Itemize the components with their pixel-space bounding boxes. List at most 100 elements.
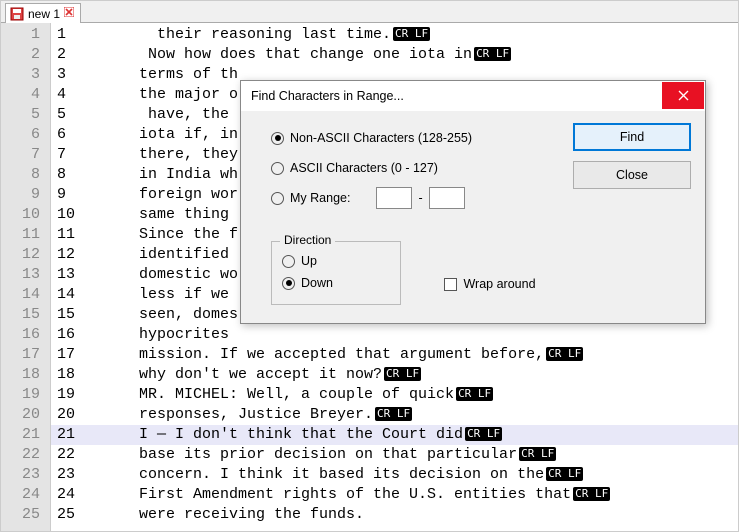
radio-icon xyxy=(282,277,295,290)
line-number: 22 xyxy=(1,445,50,465)
text-line[interactable]: 18 why don't we accept it now?CR LF xyxy=(51,365,738,385)
direction-fieldset: Direction Up Down xyxy=(271,241,401,305)
find-chars-dialog: Find Characters in Range... Find Close N… xyxy=(240,80,706,324)
line-text: First Amendment rights of the U.S. entit… xyxy=(121,486,571,503)
line-number: 5 xyxy=(1,105,50,125)
option-myrange-label: My Range: xyxy=(290,191,350,205)
line-number: 6 xyxy=(1,125,50,145)
line-text: iota if, in xyxy=(121,126,238,143)
line-number: 23 xyxy=(1,465,50,485)
dialog-close-button[interactable] xyxy=(662,82,704,109)
line-number: 14 xyxy=(1,285,50,305)
line-number-gutter: 1234567891011121314151617181920212223242… xyxy=(1,23,51,531)
line-number: 15 xyxy=(1,305,50,325)
line-text: Since the f xyxy=(121,226,238,243)
line-number: 21 xyxy=(1,425,50,445)
tab-new-1[interactable]: new 1 xyxy=(5,3,81,23)
line-number: 4 xyxy=(1,85,50,105)
line-text: concern. I think it based its decision o… xyxy=(121,466,544,483)
line-text: terms of th xyxy=(121,66,238,83)
text-line[interactable]: 16 hypocrites xyxy=(51,325,738,345)
wrap-around-checkbox[interactable]: Wrap around xyxy=(444,277,535,291)
app-root: new 1 1234567891011121314151617181920212… xyxy=(0,0,739,532)
line-number: 17 xyxy=(1,345,50,365)
line-secondary-number: 25 xyxy=(57,505,121,525)
text-line[interactable]: 22 base its prior decision on that parti… xyxy=(51,445,738,465)
direction-legend: Direction xyxy=(280,233,335,247)
radio-icon xyxy=(282,255,295,268)
text-line[interactable]: 20 responses, Justice Breyer.CR LF xyxy=(51,405,738,425)
line-number: 11 xyxy=(1,225,50,245)
range-separator: - xyxy=(418,191,422,205)
line-secondary-number: 4 xyxy=(57,85,121,105)
line-text: the major o xyxy=(121,86,238,103)
line-number: 7 xyxy=(1,145,50,165)
line-text: hypocrites xyxy=(121,326,238,343)
range-to-input[interactable] xyxy=(429,187,465,209)
line-text: I — I don't think that the Court did xyxy=(121,426,463,443)
line-secondary-number: 15 xyxy=(57,305,121,325)
line-secondary-number: 20 xyxy=(57,405,121,425)
range-from-input[interactable] xyxy=(376,187,412,209)
line-number: 20 xyxy=(1,405,50,425)
eol-marker: CR LF xyxy=(546,467,583,481)
line-text: why don't we accept it now? xyxy=(121,366,382,383)
line-number: 2 xyxy=(1,45,50,65)
direction-up[interactable]: Up xyxy=(282,250,390,272)
line-secondary-number: 6 xyxy=(57,125,121,145)
line-text: there, they xyxy=(121,146,238,163)
checkbox-icon xyxy=(444,278,457,291)
line-secondary-number: 16 xyxy=(57,325,121,345)
text-line[interactable]: 17 mission. If we accepted that argument… xyxy=(51,345,738,365)
line-secondary-number: 22 xyxy=(57,445,121,465)
line-text: identified xyxy=(121,246,238,263)
eol-marker: CR LF xyxy=(384,367,421,381)
line-secondary-number: 10 xyxy=(57,205,121,225)
line-secondary-number: 18 xyxy=(57,365,121,385)
option-ascii-label: ASCII Characters (0 - 127) xyxy=(290,161,438,175)
eol-marker: CR LF xyxy=(474,47,511,61)
line-text: same thing xyxy=(121,206,238,223)
line-text: mission. If we accepted that argument be… xyxy=(121,346,544,363)
radio-icon xyxy=(271,162,284,175)
line-number: 16 xyxy=(1,325,50,345)
line-number: 18 xyxy=(1,365,50,385)
line-text: in India wh xyxy=(121,166,238,183)
line-secondary-number: 12 xyxy=(57,245,121,265)
text-line[interactable]: 1 their reasoning last time.CR LF xyxy=(51,25,738,45)
line-secondary-number: 21 xyxy=(57,425,121,445)
direction-down-label: Down xyxy=(301,276,333,290)
line-secondary-number: 23 xyxy=(57,465,121,485)
tab-bar: new 1 xyxy=(1,1,738,23)
text-line[interactable]: 19 MR. MICHEL: Well, a couple of quickCR… xyxy=(51,385,738,405)
tab-close-icon[interactable] xyxy=(64,7,74,20)
line-text: were receiving the funds. xyxy=(121,506,364,523)
direction-down[interactable]: Down xyxy=(282,272,390,294)
find-button[interactable]: Find xyxy=(573,123,691,151)
text-line[interactable]: 21 I — I don't think that the Court didC… xyxy=(51,425,738,445)
text-line[interactable]: 2 Now how does that change one iota inCR… xyxy=(51,45,738,65)
line-secondary-number: 24 xyxy=(57,485,121,505)
line-number: 24 xyxy=(1,485,50,505)
line-secondary-number: 8 xyxy=(57,165,121,185)
line-number: 19 xyxy=(1,385,50,405)
dialog-title: Find Characters in Range... xyxy=(241,81,705,111)
line-text: domestic wo xyxy=(121,266,238,283)
line-text: responses, Justice Breyer. xyxy=(121,406,373,423)
line-number: 13 xyxy=(1,265,50,285)
line-number: 1 xyxy=(1,25,50,45)
line-secondary-number: 3 xyxy=(57,65,121,85)
close-button[interactable]: Close xyxy=(573,161,691,189)
line-text: foreign wor xyxy=(121,186,238,203)
eol-marker: CR LF xyxy=(375,407,412,421)
line-secondary-number: 17 xyxy=(57,345,121,365)
eol-marker: CR LF xyxy=(393,27,430,41)
line-number: 10 xyxy=(1,205,50,225)
radio-icon xyxy=(271,192,284,205)
text-line[interactable]: 23 concern. I think it based its decisio… xyxy=(51,465,738,485)
line-text: base its prior decision on that particul… xyxy=(121,446,517,463)
option-nonascii-label: Non-ASCII Characters (128-255) xyxy=(290,131,472,145)
text-line[interactable]: 24 First Amendment rights of the U.S. en… xyxy=(51,485,738,505)
line-secondary-number: 11 xyxy=(57,225,121,245)
text-line[interactable]: 25 were receiving the funds. xyxy=(51,505,738,525)
